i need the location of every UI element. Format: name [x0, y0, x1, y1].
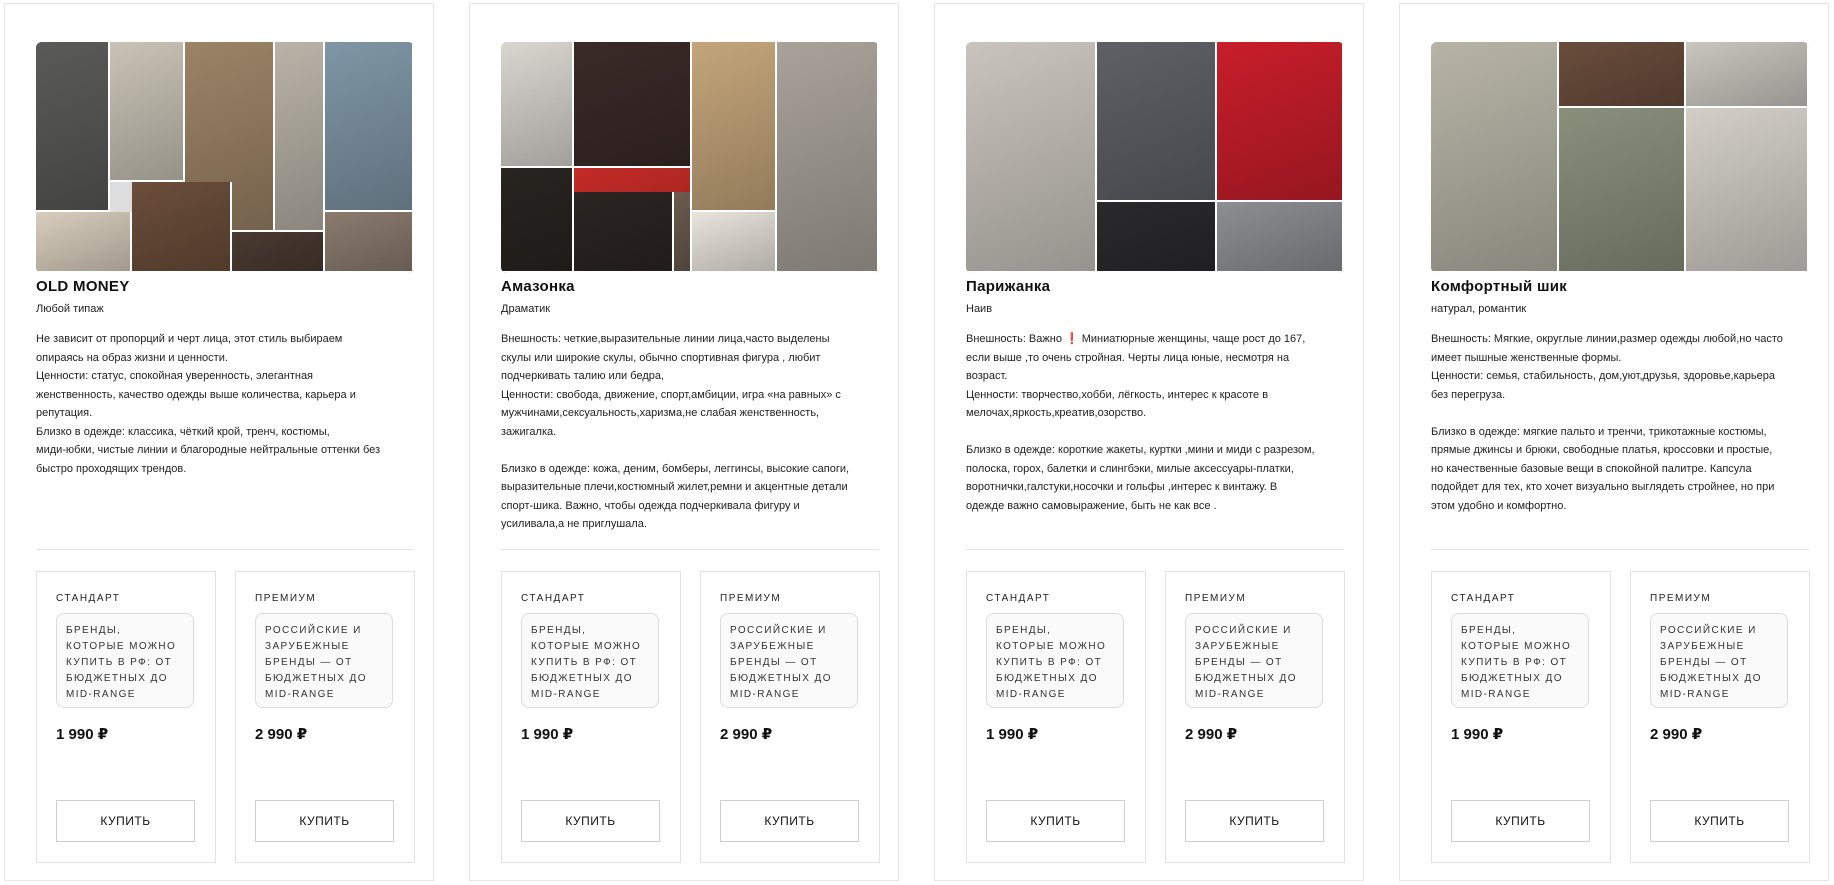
collage-photo — [1686, 42, 1809, 108]
collage-photo — [574, 42, 692, 168]
style-subtitle: Наив — [966, 303, 993, 315]
collage-photo — [574, 192, 674, 273]
buy-button[interactable]: Купить — [1650, 800, 1789, 842]
style-description: Внешность: Мягкие, округлые линии,размер… — [1431, 333, 1783, 512]
collage-photo — [692, 212, 777, 273]
tier-premium: ПРЕМИУМ Российские и зарубежные бренды —… — [235, 571, 415, 863]
tier-description: Бренды, которые можно купить в РФ: от бю… — [521, 613, 659, 708]
collage-photo — [232, 232, 325, 273]
buy-button[interactable]: Купить — [56, 800, 195, 842]
divider — [501, 549, 879, 550]
buy-button[interactable]: Купить — [986, 800, 1125, 842]
style-collage-image — [966, 42, 1344, 273]
collage-photo — [1559, 42, 1686, 108]
collage-photo — [36, 42, 110, 212]
tier-description: Российские и зарубежные бренды — от бюдж… — [720, 613, 858, 708]
collage-photo — [501, 42, 574, 168]
collage-photo — [692, 42, 777, 212]
collage-photo — [275, 42, 325, 232]
collage-photo — [325, 212, 414, 273]
style-collage-image — [501, 42, 879, 273]
collage-photo — [674, 192, 692, 273]
tier-name: СТАНДАРТ — [521, 593, 586, 604]
style-subtitle: Любой типаж — [36, 303, 104, 315]
tier-description: Бренды, которые можно купить в РФ: от бю… — [1451, 613, 1589, 708]
style-description: Не зависит от пропорций и черт лица, это… — [36, 333, 381, 475]
tier-standard: СТАНДАРТ Бренды, которые можно купить в … — [1431, 571, 1611, 863]
style-description: Внешность: четкие,выразительные линии ли… — [501, 333, 850, 530]
tier-price: 2 990 ₽ — [255, 726, 308, 743]
style-subtitle: Драматик — [501, 303, 551, 315]
tier-standard: СТАНДАРТ Бренды, которые можно купить в … — [501, 571, 681, 863]
tier-price: 2 990 ₽ — [1185, 726, 1238, 743]
collage-photo — [1097, 42, 1217, 202]
tier-name: ПРЕМИУМ — [1650, 593, 1712, 604]
collage-photo — [1217, 42, 1344, 202]
tier-name: ПРЕМИУМ — [1185, 593, 1247, 604]
collage-photo — [1097, 202, 1217, 273]
capsule-card: Комфортный шик натурал, романтик Внешность… — [1399, 3, 1829, 881]
tier-name: ПРЕМИУМ — [255, 593, 317, 604]
tier-description: Российские и зарубежные бренды — от бюдж… — [1185, 613, 1323, 708]
collage-photo — [110, 42, 185, 182]
buy-button[interactable]: Купить — [521, 800, 660, 842]
tier-description: Российские и зарубежные бренды — от бюдж… — [1650, 613, 1788, 708]
tier-description: Российские и зарубежные бренды — от бюдж… — [255, 613, 393, 708]
collage-photo — [1431, 42, 1559, 273]
tier-standard: СТАНДАРТ Бренды, которые можно купить в … — [36, 571, 216, 863]
style-title: Парижанка — [966, 278, 1051, 295]
style-title: Комфортный шик — [1431, 278, 1568, 295]
tier-name: СТАНДАРТ — [1451, 593, 1516, 604]
tier-name: СТАНДАРТ — [986, 593, 1051, 604]
style-title: OLD MONEY — [36, 278, 130, 295]
collage-photo — [1686, 108, 1809, 273]
buy-button[interactable]: Купить — [1185, 800, 1324, 842]
style-collage-image — [36, 42, 414, 273]
divider — [966, 549, 1344, 550]
style-title: Амазонка — [501, 278, 575, 295]
divider — [36, 549, 414, 550]
tier-premium: ПРЕМИУМ Российские и зарубежные бренды —… — [1630, 571, 1810, 863]
tier-description: Бренды, которые можно купить в РФ: от бю… — [986, 613, 1124, 708]
style-collage-image — [1431, 42, 1809, 273]
buy-button[interactable]: Купить — [255, 800, 394, 842]
tier-price: 2 990 ₽ — [1650, 726, 1703, 743]
collage-photo — [1559, 108, 1686, 273]
tier-price: 1 990 ₽ — [56, 726, 109, 743]
collage-photo — [36, 212, 132, 273]
buy-button[interactable]: Купить — [720, 800, 859, 842]
tier-premium: ПРЕМИУМ Российские и зарубежные бренды —… — [700, 571, 880, 863]
tier-description: Бренды, которые можно купить в РФ: от бю… — [56, 613, 194, 708]
capsule-card: Амазонка Драматик Внешность: четкие,вырази… — [469, 3, 899, 881]
collage-photo — [325, 42, 414, 212]
capsule-card: Парижанка Наив Внешность: Важно ❗ Миниатюр… — [934, 3, 1364, 881]
collage-photo — [777, 42, 879, 273]
style-description: Внешность: Важно ❗ Миниатюрные женщины, … — [966, 333, 1315, 512]
tier-name: ПРЕМИУМ — [720, 593, 782, 604]
tier-price: 1 990 ₽ — [986, 726, 1039, 743]
tier-standard: СТАНДАРТ Бренды, которые можно купить в … — [966, 571, 1146, 863]
collage-photo — [1217, 202, 1344, 273]
tier-name: СТАНДАРТ — [56, 593, 121, 604]
tier-price: 1 990 ₽ — [521, 726, 574, 743]
collage-photo — [501, 168, 574, 273]
divider — [1431, 549, 1809, 550]
buy-button[interactable]: Купить — [1451, 800, 1590, 842]
tier-price: 1 990 ₽ — [1451, 726, 1504, 743]
capsule-card: OLD MONEY Любой типаж Не зависит от пропор… — [4, 3, 434, 881]
style-subtitle: натурал, романтик — [1431, 303, 1527, 315]
tier-premium: ПРЕМИУМ Российские и зарубежные бренды —… — [1165, 571, 1345, 863]
tier-price: 2 990 ₽ — [720, 726, 773, 743]
collage-photo — [132, 182, 232, 273]
collage-photo — [966, 42, 1097, 273]
